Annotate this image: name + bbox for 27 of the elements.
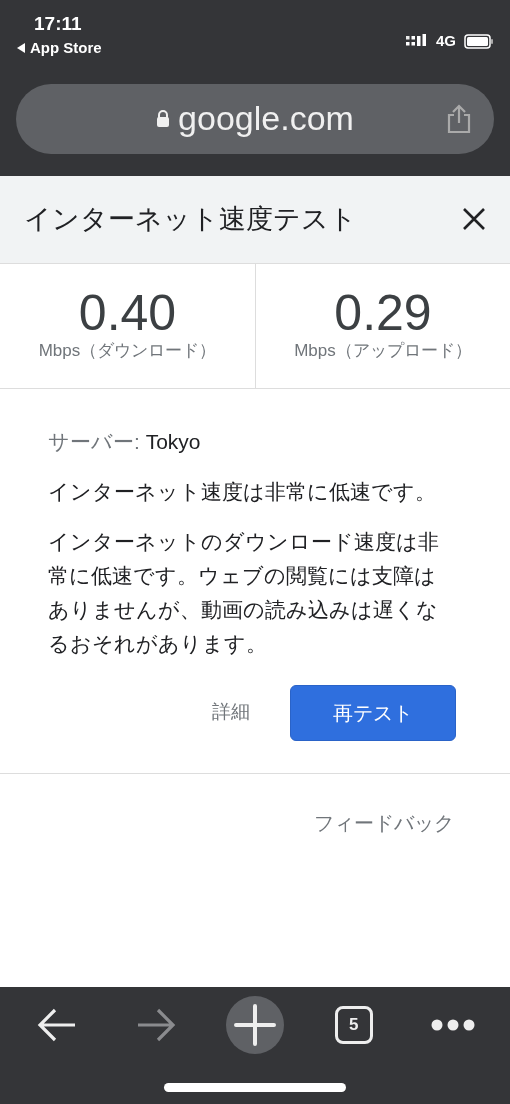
back-to-app-link[interactable]: App Store: [30, 37, 102, 60]
address-bar[interactable]: google.com: [16, 83, 494, 154]
speed-value: 0.29: [334, 287, 432, 338]
back-triangle-icon: [16, 43, 26, 54]
server-name: Tokyo: [145, 429, 201, 453]
speed-unit: Mbps（ダウンロード）: [38, 339, 217, 362]
close-icon[interactable]: [462, 207, 486, 231]
network-type: 4G: [436, 31, 456, 51]
speed-value: 0.40: [78, 287, 177, 338]
panel-title: インターネット速度テスト: [24, 202, 357, 236]
more-dots-icon: [430, 1019, 475, 1031]
server-label: サーバー:: [48, 429, 140, 453]
feedback-link[interactable]: フィードバック: [314, 807, 454, 987]
new-tab-button[interactable]: [225, 995, 285, 1055]
tab-count-button[interactable]: 5: [323, 995, 384, 1055]
battery-icon: [464, 33, 494, 49]
lock-icon: [156, 110, 171, 127]
plus-icon: [226, 996, 284, 1054]
status-time: 17:11: [34, 14, 83, 33]
retest-button[interactable]: 再テスト: [290, 684, 456, 741]
speed-unit: Mbps（アップロード）: [294, 339, 472, 362]
speed-summary: インターネット速度は非常に低速です。: [48, 478, 437, 505]
url-text: google.com: [178, 98, 354, 139]
speed-explanation: インターネットのダウンロード速度は非常に低速です。ウェブの閲覧には支障はありませんが、動画の読み込みは遅くなるおそれがあります。: [48, 528, 440, 657]
signal-icon: [406, 34, 428, 49]
share-icon[interactable]: [446, 103, 472, 134]
details-link[interactable]: 詳細: [212, 698, 250, 727]
